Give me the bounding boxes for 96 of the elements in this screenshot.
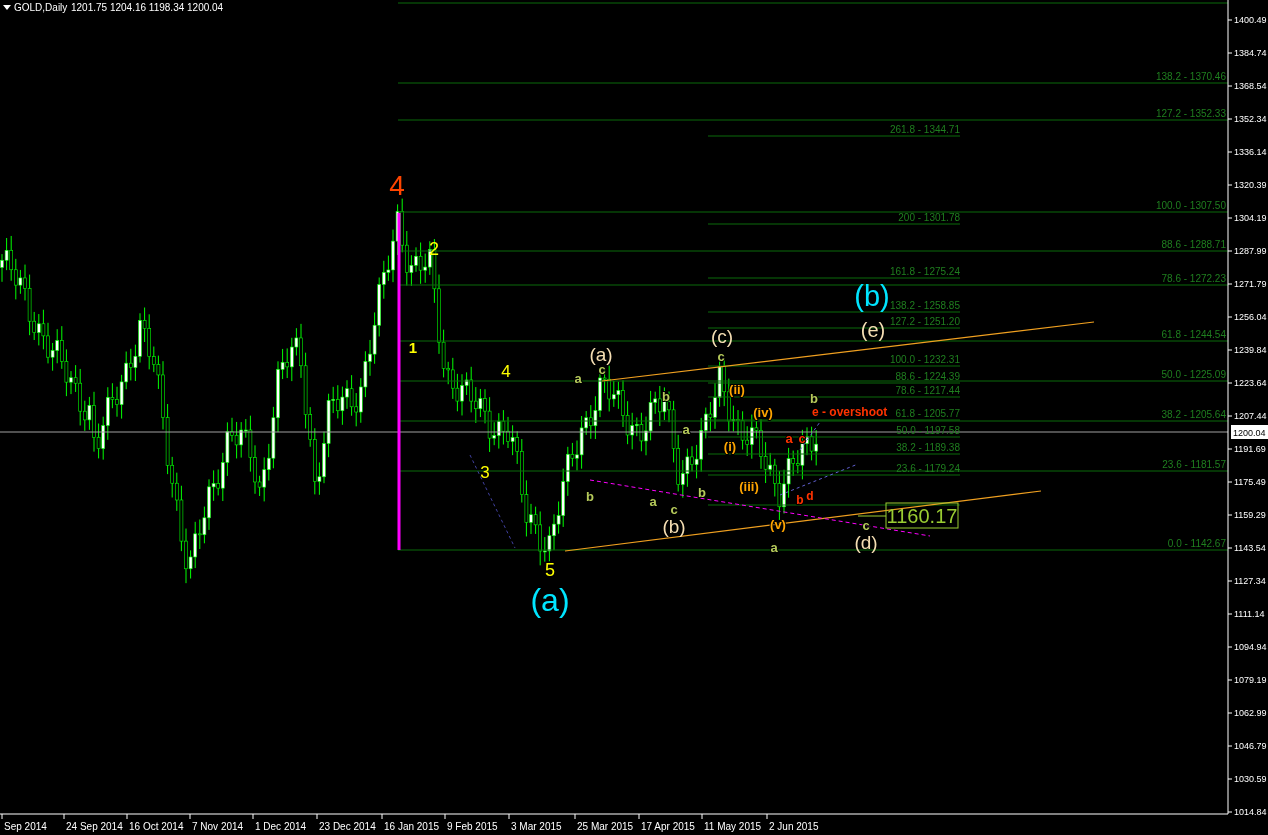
wave-label: c (717, 348, 725, 364)
fib-level-label: 88.6 - 1288.71 (1161, 239, 1226, 250)
wave-label: b (586, 488, 594, 504)
price-axis-label: 1271.79 (1234, 279, 1267, 289)
price-axis-label: 1400.49 (1234, 15, 1267, 25)
time-axis-label: 1 Dec 2014 (255, 821, 307, 832)
price-axis-label: 1287.99 (1234, 246, 1267, 256)
time-axis-label: 17 Apr 2015 (641, 821, 695, 832)
wave-label: 4 (501, 361, 511, 381)
fib-level-label: 100.0 - 1232.31 (889, 354, 960, 365)
dropdown-triangle-icon[interactable] (3, 5, 11, 10)
wave-label: (ii) (729, 381, 745, 397)
price-axis-label: 1079.19 (1234, 675, 1267, 685)
wave-label: (iv) (753, 404, 773, 420)
wave-label: b (698, 484, 706, 500)
fib-level-label: 161.8 - 1275.24 (889, 266, 960, 277)
price-axis-label: 1336.14 (1234, 147, 1267, 157)
wave-label: 5 (545, 560, 555, 580)
price-axis-label: 1111.14 (1234, 609, 1265, 619)
wave-label: (iii) (739, 478, 759, 494)
wave-label: 1 (408, 338, 418, 356)
fib-level-label: 200 - 1301.78 (898, 212, 960, 223)
price-axis-label: 1239.84 (1234, 345, 1267, 355)
price-axis-label: 1384.74 (1234, 48, 1267, 58)
wave-label: c (862, 517, 870, 533)
price-axis-label: 1320.39 (1234, 180, 1267, 190)
wave-label: a (574, 370, 582, 386)
fib-level-label: 138.2 - 1258.85 (889, 300, 960, 311)
price-axis-label: 1159.29 (1234, 510, 1266, 520)
time-axis-label: 16 Jan 2015 (384, 821, 440, 832)
fib-level-label: 23.6 - 1179.24 (896, 463, 960, 474)
price-axis-label: 1030.59 (1234, 774, 1267, 784)
wave-label: 3 (480, 462, 490, 482)
wave-label: a (770, 539, 778, 555)
wave-label: (e) (860, 319, 886, 341)
wave-label: (b) (662, 515, 686, 537)
time-axis-label: Sep 2014 (4, 821, 47, 832)
fib-level-label: 61.8 - 1244.54 (1161, 329, 1226, 340)
chart-symbol: GOLD,Daily (14, 2, 68, 13)
fib-level-label: 138.2 - 1370.46 (1155, 71, 1226, 82)
time-axis-label: 24 Sep 2014 (66, 821, 123, 832)
wave-label: (a) (530, 582, 570, 618)
wave-label: d (806, 489, 814, 503)
price-axis-label: 1046.79 (1234, 741, 1267, 751)
fib-level-label: 38.2 - 1205.64 (1161, 409, 1226, 420)
price-axis-label: 1256.04 (1234, 312, 1267, 322)
wave-label: (d) (854, 531, 878, 553)
price-axis-label: 1175.49 (1234, 477, 1266, 487)
time-axis-label: 7 Nov 2014 (192, 821, 244, 832)
time-axis-label: 3 Mar 2015 (511, 821, 562, 832)
time-axis-label: 23 Dec 2014 (319, 821, 376, 832)
wave-label: a (785, 430, 793, 446)
price-axis-label: 1062.99 (1234, 708, 1267, 718)
wave-label: (c) (710, 325, 734, 347)
fib-level-label: 88.6 - 1224.39 (895, 371, 960, 382)
price-axis-label: 1191.69 (1234, 444, 1266, 454)
fib-level-label: 100.0 - 1307.50 (1155, 200, 1226, 211)
price-axis-label: 1304.19 (1234, 213, 1267, 223)
wave-label: a (682, 421, 690, 437)
fib-level-label: 127.2 - 1251.20 (889, 316, 960, 327)
price-axis-label: 1094.94 (1234, 642, 1267, 652)
fib-level-label: 261.8 - 1344.71 (889, 124, 960, 135)
time-axis-label: 11 May 2015 (704, 821, 762, 832)
ohlc-values: 1201.75 1204.16 1198.34 1200.04 (71, 2, 224, 13)
price-axis-label: 1223.64 (1234, 378, 1267, 388)
wave-label: e - overshoot (812, 405, 888, 419)
fib-level-label: 61.8 - 1205.77 (895, 408, 960, 419)
time-axis-label: 9 Feb 2015 (447, 821, 498, 832)
wave-label: a (649, 493, 657, 509)
wave-label: c (670, 501, 678, 517)
price-axis-label: 1352.34 (1234, 114, 1267, 124)
wave-label: c (798, 430, 806, 446)
price-label-box: 1160.17 (885, 502, 959, 529)
dashed-line (799, 421, 821, 451)
wave-label: 4 (389, 169, 405, 201)
price-axis-label: 1143.54 (1234, 543, 1266, 553)
time-axis-label: 16 Oct 2014 (129, 821, 184, 832)
fib-level-label: 127.2 - 1352.33 (1155, 108, 1226, 119)
time-axis-label: 2 Jun 2015 (769, 821, 819, 832)
wave-label: (b) (854, 280, 890, 312)
fib-level-label: 50.0 - 1225.09 (1161, 369, 1226, 380)
time-axis-label: 25 Mar 2015 (577, 821, 634, 832)
fib-level-label: 38.2 - 1189.38 (896, 442, 960, 453)
fib-level-label: 0.0 - 1142.67 (1167, 538, 1226, 549)
fib-level-label: 23.6 - 1181.57 (1162, 459, 1226, 470)
fib-level-label: 78.6 - 1272.23 (1161, 273, 1226, 284)
price-axis-label: 1368.54 (1234, 81, 1267, 91)
price-axis-label: 1207.44 (1234, 411, 1267, 421)
wave-label: b (810, 390, 818, 406)
price-axis-label: 1127.34 (1234, 576, 1266, 586)
fib-level-label: 78.6 - 1217.44 (895, 385, 960, 396)
wave-label: (i) (723, 438, 737, 454)
current-price-tag: 1200.04 (1231, 425, 1268, 439)
wave-label: 2 (429, 239, 439, 259)
price-axis-label: 1014.84 (1234, 807, 1267, 817)
wave-label: b (796, 493, 804, 507)
